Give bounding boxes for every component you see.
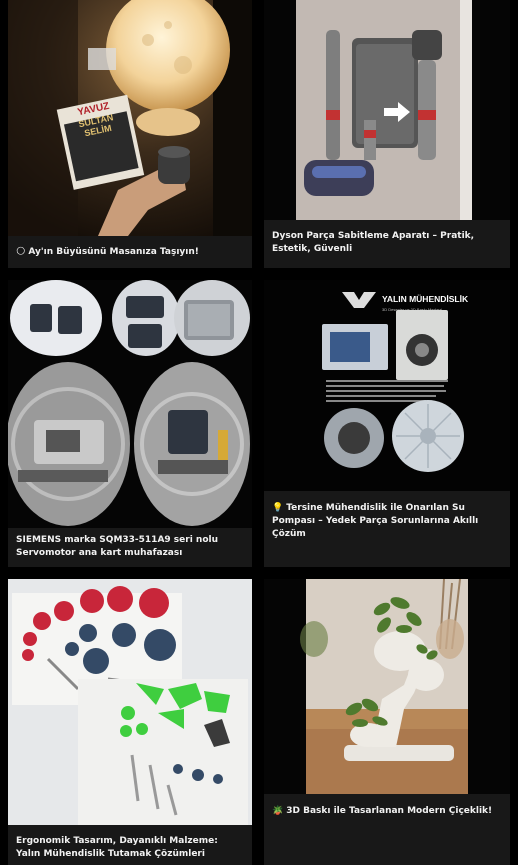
post-title-text: Tersine Mühendislik ile Onarılan Su Pomp… [272,503,479,539]
post-title-text: 3D Baskı ile Tasarlanan Modern Çiçeklik! [286,806,493,816]
post-title-text: SIEMENS marka SQM33-511A9 seri nolu Serv… [16,535,219,558]
post-image-planter[interactable] [264,579,510,794]
post-title-text: Dyson Parça Sabitleme Aparatı – Pratik, … [272,231,475,254]
post-title-text: Ergonomik Tasarım, Dayanıklı Malzeme: Ya… [16,836,218,859]
water-pump-poster: YALIN MÜHENDİSLİK 3D Desenler ve 3D Bask… [264,280,510,491]
post-card-planter[interactable]: 🪴 3D Baskı ile Tasarlanan Modern Çiçeklik… [264,579,510,865]
post-title[interactable]: 🌕 Ay'ın Büyüsünü Masanıza Taşıyın! [16,246,244,259]
post-title[interactable]: Ergonomik Tasarım, Dayanıklı Malzeme: Ya… [16,835,244,861]
post-title[interactable]: SIEMENS marka SQM33-511A9 seri nolu Serv… [16,534,244,560]
potted-plant-emoji-icon: 🪴 [272,806,284,816]
moon-lamp-photo: YAVUZ SULTAN SELİM [8,0,252,236]
post-card-water-pump[interactable]: YALIN MÜHENDİSLİK 3D Desenler ve 3D Bask… [264,280,510,567]
dyson-holder-photo [264,0,510,220]
post-image-knobs[interactable] [8,579,252,825]
post-title[interactable]: 💡 Tersine Mühendislik ile Onarılan Su Pom… [272,502,502,541]
moon-emoji-icon: 🌕 [16,247,26,257]
post-title[interactable]: 🪴 3D Baskı ile Tasarlanan Modern Çiçeklik… [272,805,502,818]
post-card-moon-lamp[interactable]: YAVUZ SULTAN SELİM 🌕 Ay'ın Büyüsünü Masan… [8,0,252,268]
poster-brand: YALIN MÜHENDİSLİK [382,294,469,304]
post-card-knobs[interactable]: Ergonomik Tasarım, Dayanıklı Malzeme: Ya… [8,579,252,865]
post-card-dyson-holder[interactable]: Dyson Parça Sabitleme Aparatı – Pratik, … [264,0,510,268]
post-image-siemens-housing[interactable] [8,280,252,528]
knobs-photo [8,579,252,825]
siemens-housing-collage [8,280,252,528]
post-image-water-pump[interactable]: YALIN MÜHENDİSLİK 3D Desenler ve 3D Bask… [264,280,510,491]
planter-photo [264,579,510,794]
post-card-siemens-housing[interactable]: SIEMENS marka SQM33-511A9 seri nolu Serv… [8,280,252,567]
post-title[interactable]: Dyson Parça Sabitleme Aparatı – Pratik, … [272,230,502,256]
post-image-moon-lamp[interactable]: YAVUZ SULTAN SELİM [8,0,252,236]
lightbulb-emoji-icon: 💡 [272,503,284,513]
post-title-text: Ay'ın Büyüsünü Masanıza Taşıyın! [28,247,199,257]
post-image-dyson-holder[interactable] [264,0,510,220]
